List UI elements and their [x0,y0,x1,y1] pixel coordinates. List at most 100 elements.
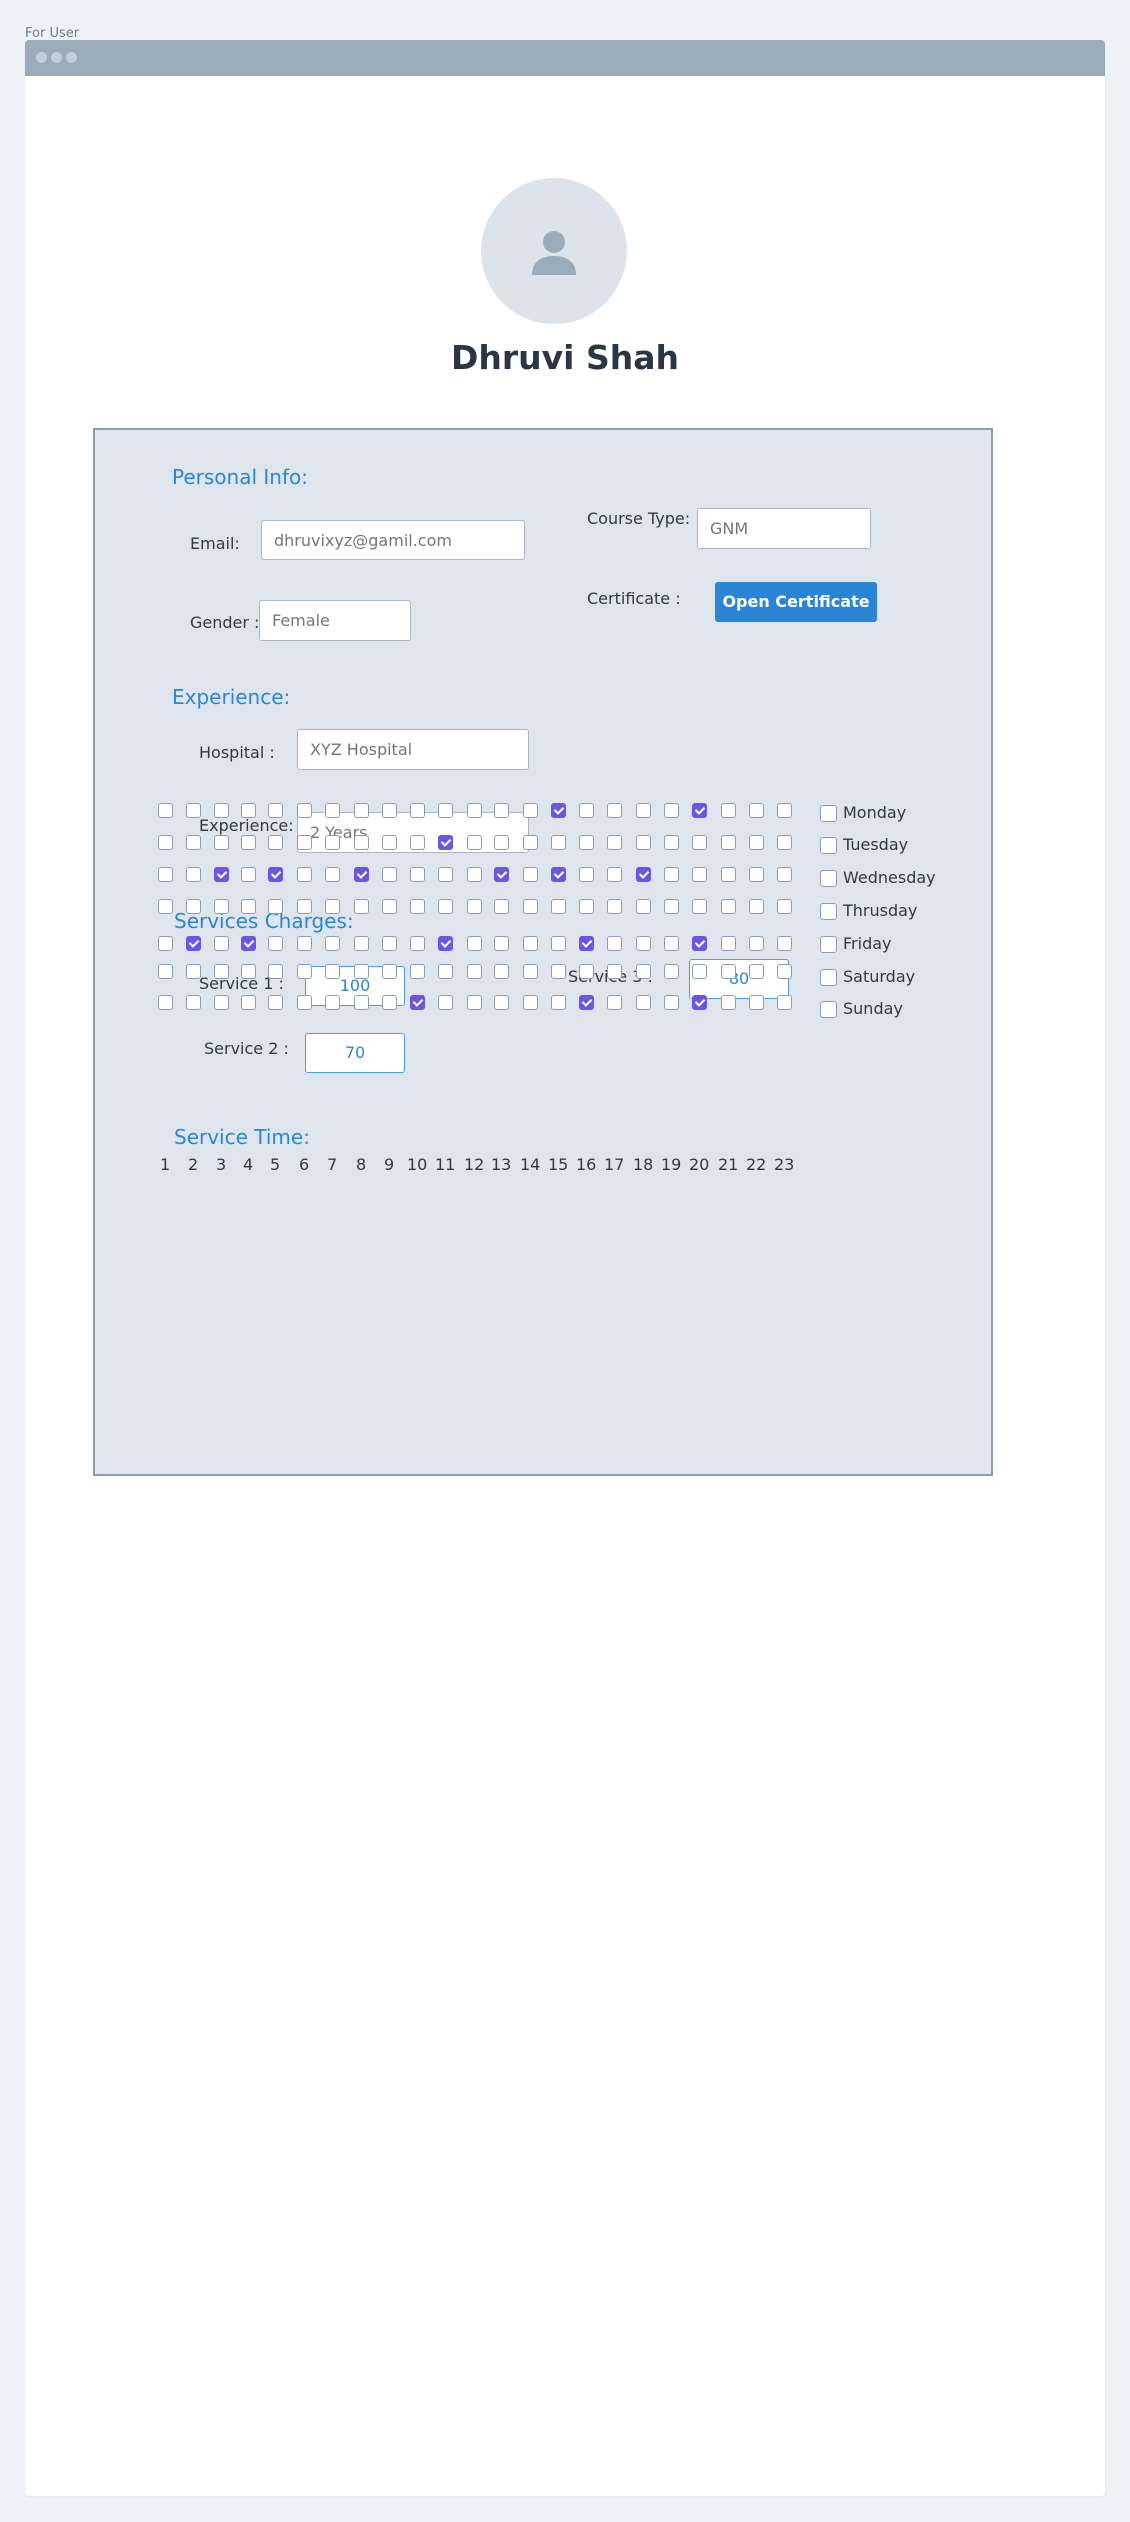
slot-checkbox-wednesday-11[interactable] [438,867,453,882]
slot-checkbox-saturday-15[interactable] [551,964,566,979]
slot-checkbox-thrusday-6[interactable] [297,899,312,914]
slot-checkbox-thrusday-11[interactable] [438,899,453,914]
slot-checkbox-saturday-1[interactable] [158,964,173,979]
day-checkbox-thrusday[interactable] [820,903,837,920]
slot-checkbox-monday-1[interactable] [158,803,173,818]
slot-checkbox-tuesday-14[interactable] [523,835,538,850]
slot-checkbox-monday-10[interactable] [410,803,425,818]
slot-checkbox-wednesday-9[interactable] [382,867,397,882]
slot-checkbox-sunday-14[interactable] [523,995,538,1010]
slot-checkbox-saturday-17[interactable] [607,964,622,979]
slot-checkbox-tuesday-2[interactable] [186,835,201,850]
day-checkbox-tuesday[interactable] [820,837,837,854]
slot-checkbox-thrusday-5[interactable] [268,899,283,914]
window-maximize-dot[interactable] [66,52,77,63]
slot-checkbox-wednesday-10[interactable] [410,867,425,882]
email-field[interactable] [261,520,525,560]
window-close-dot[interactable] [36,52,47,63]
slot-checkbox-sunday-5[interactable] [268,995,283,1010]
slot-checkbox-sunday-21[interactable] [721,995,736,1010]
slot-checkbox-friday-5[interactable] [268,936,283,951]
slot-checkbox-tuesday-13[interactable] [494,835,509,850]
slot-checkbox-saturday-6[interactable] [297,964,312,979]
slot-checkbox-thrusday-20[interactable] [692,899,707,914]
slot-checkbox-monday-7[interactable] [325,803,340,818]
slot-checkbox-friday-21[interactable] [721,936,736,951]
slot-checkbox-thrusday-18[interactable] [636,899,651,914]
slot-checkbox-friday-17[interactable] [607,936,622,951]
slot-checkbox-wednesday-5[interactable] [268,867,283,882]
slot-checkbox-sunday-16[interactable] [579,995,594,1010]
slot-checkbox-saturday-10[interactable] [410,964,425,979]
slot-checkbox-sunday-20[interactable] [692,995,707,1010]
slot-checkbox-tuesday-19[interactable] [664,835,679,850]
slot-checkbox-thrusday-9[interactable] [382,899,397,914]
slot-checkbox-sunday-15[interactable] [551,995,566,1010]
slot-checkbox-saturday-18[interactable] [636,964,651,979]
slot-checkbox-tuesday-12[interactable] [467,835,482,850]
slot-checkbox-wednesday-15[interactable] [551,867,566,882]
slot-checkbox-saturday-20[interactable] [692,964,707,979]
slot-checkbox-tuesday-3[interactable] [214,835,229,850]
slot-checkbox-thrusday-19[interactable] [664,899,679,914]
slot-checkbox-friday-6[interactable] [297,936,312,951]
slot-checkbox-saturday-22[interactable] [749,964,764,979]
day-checkbox-saturday[interactable] [820,969,837,986]
slot-checkbox-monday-6[interactable] [297,803,312,818]
slot-checkbox-tuesday-7[interactable] [325,835,340,850]
day-checkbox-friday[interactable] [820,936,837,953]
slot-checkbox-wednesday-17[interactable] [607,867,622,882]
slot-checkbox-saturday-3[interactable] [214,964,229,979]
slot-checkbox-saturday-12[interactable] [467,964,482,979]
slot-checkbox-friday-15[interactable] [551,936,566,951]
slot-checkbox-thrusday-8[interactable] [354,899,369,914]
slot-checkbox-monday-14[interactable] [523,803,538,818]
slot-checkbox-monday-11[interactable] [438,803,453,818]
slot-checkbox-friday-18[interactable] [636,936,651,951]
slot-checkbox-monday-21[interactable] [721,803,736,818]
slot-checkbox-friday-4[interactable] [241,936,256,951]
slot-checkbox-wednesday-23[interactable] [777,867,792,882]
slot-checkbox-thrusday-15[interactable] [551,899,566,914]
slot-checkbox-saturday-13[interactable] [494,964,509,979]
slot-checkbox-wednesday-8[interactable] [354,867,369,882]
slot-checkbox-friday-9[interactable] [382,936,397,951]
slot-checkbox-tuesday-9[interactable] [382,835,397,850]
slot-checkbox-wednesday-1[interactable] [158,867,173,882]
slot-checkbox-monday-18[interactable] [636,803,651,818]
slot-checkbox-monday-22[interactable] [749,803,764,818]
slot-checkbox-monday-8[interactable] [354,803,369,818]
slot-checkbox-thrusday-21[interactable] [721,899,736,914]
slot-checkbox-wednesday-21[interactable] [721,867,736,882]
slot-checkbox-sunday-2[interactable] [186,995,201,1010]
slot-checkbox-monday-3[interactable] [214,803,229,818]
slot-checkbox-saturday-2[interactable] [186,964,201,979]
slot-checkbox-sunday-8[interactable] [354,995,369,1010]
slot-checkbox-thrusday-7[interactable] [325,899,340,914]
slot-checkbox-wednesday-13[interactable] [494,867,509,882]
slot-checkbox-sunday-9[interactable] [382,995,397,1010]
slot-checkbox-thrusday-17[interactable] [607,899,622,914]
slot-checkbox-wednesday-12[interactable] [467,867,482,882]
slot-checkbox-saturday-19[interactable] [664,964,679,979]
slot-checkbox-saturday-21[interactable] [721,964,736,979]
slot-checkbox-wednesday-18[interactable] [636,867,651,882]
slot-checkbox-monday-13[interactable] [494,803,509,818]
gender-field[interactable] [259,600,411,641]
slot-checkbox-friday-19[interactable] [664,936,679,951]
course-type-field[interactable] [697,508,871,549]
slot-checkbox-tuesday-11[interactable] [438,835,453,850]
slot-checkbox-thrusday-23[interactable] [777,899,792,914]
slot-checkbox-friday-22[interactable] [749,936,764,951]
slot-checkbox-monday-23[interactable] [777,803,792,818]
slot-checkbox-monday-5[interactable] [268,803,283,818]
service-2-field[interactable]: 70 [305,1033,405,1073]
slot-checkbox-wednesday-19[interactable] [664,867,679,882]
slot-checkbox-wednesday-4[interactable] [241,867,256,882]
slot-checkbox-friday-14[interactable] [523,936,538,951]
slot-checkbox-friday-7[interactable] [325,936,340,951]
slot-checkbox-tuesday-16[interactable] [579,835,594,850]
slot-checkbox-tuesday-17[interactable] [607,835,622,850]
slot-checkbox-saturday-14[interactable] [523,964,538,979]
slot-checkbox-monday-15[interactable] [551,803,566,818]
